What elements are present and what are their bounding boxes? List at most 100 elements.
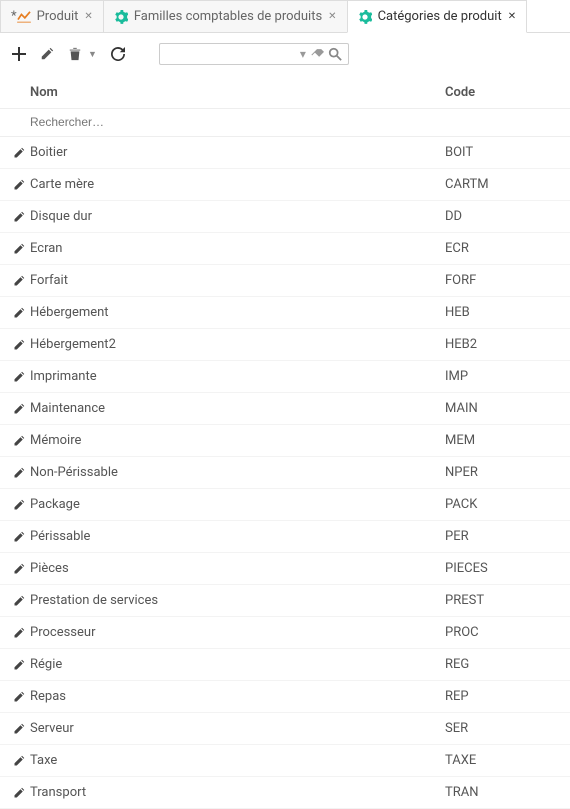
cell-code: SER <box>445 721 570 736</box>
cell-nom: Serveur <box>30 721 445 736</box>
cell-code: REG <box>445 657 570 672</box>
column-header-nom[interactable]: Nom <box>30 85 445 100</box>
toolbar-search[interactable]: ▾ <box>159 43 349 65</box>
table-header: Nom Code <box>0 75 570 109</box>
tab-label: Familles comptables de produits <box>134 9 322 24</box>
caret-down-icon[interactable]: ▾ <box>300 47 306 61</box>
column-search-input[interactable] <box>30 115 570 129</box>
cell-nom: Périssable <box>30 529 445 544</box>
chart-icon <box>17 11 31 23</box>
pencil-icon[interactable] <box>8 275 30 287</box>
cell-code: MEM <box>445 433 570 448</box>
pencil-icon[interactable] <box>8 371 30 383</box>
table-row[interactable]: Prestation de servicesPREST <box>0 585 570 617</box>
cell-code: DD <box>445 209 570 224</box>
eraser-icon[interactable] <box>310 48 324 60</box>
pencil-icon[interactable] <box>8 147 30 159</box>
pencil-icon[interactable] <box>8 627 30 639</box>
cell-code: BOIT <box>445 145 570 160</box>
table-row[interactable]: HébergementHEB <box>0 297 570 329</box>
table-row[interactable]: MaintenanceMAIN <box>0 393 570 425</box>
pencil-icon[interactable] <box>8 755 30 767</box>
cell-nom: Disque dur <box>30 209 445 224</box>
table-row[interactable]: ImprimanteIMP <box>0 361 570 393</box>
cell-nom: Repas <box>30 689 445 704</box>
cell-code: PREST <box>445 593 570 608</box>
delete-dropdown-caret[interactable]: ▼ <box>88 49 97 60</box>
toolbar-search-input[interactable] <box>166 47 296 61</box>
cell-nom: Maintenance <box>30 401 445 416</box>
cell-code: REP <box>445 689 570 704</box>
tab-label: Catégories de produit <box>378 9 502 24</box>
pencil-icon[interactable] <box>8 467 30 479</box>
tab-2[interactable]: Catégories de produit ✕ <box>347 0 528 33</box>
pencil-icon[interactable] <box>8 435 30 447</box>
pencil-icon[interactable] <box>8 659 30 671</box>
table-row[interactable]: Disque durDD <box>0 201 570 233</box>
tab-label: Produit <box>37 9 79 24</box>
toolbar: ▼ ▾ <box>0 33 570 75</box>
table-row[interactable]: TaxeTAXE <box>0 745 570 777</box>
cell-nom: Forfait <box>30 273 445 288</box>
table-row[interactable]: PérissablePER <box>0 521 570 553</box>
tab-1[interactable]: Familles comptables de produits ✕ <box>103 0 348 32</box>
delete-button[interactable] <box>68 47 82 61</box>
cell-nom: Carte mère <box>30 177 445 192</box>
pencil-icon[interactable] <box>8 563 30 575</box>
cell-nom: Pièces <box>30 561 445 576</box>
table-row[interactable]: ForfaitFORF <box>0 265 570 297</box>
cell-code: IMP <box>445 369 570 384</box>
pencil-icon[interactable] <box>8 723 30 735</box>
pencil-icon[interactable] <box>8 307 30 319</box>
close-icon[interactable]: ✕ <box>508 11 516 22</box>
cell-code: NPER <box>445 465 570 480</box>
pencil-icon[interactable] <box>8 179 30 191</box>
cell-nom: Imprimante <box>30 369 445 384</box>
cell-nom: Taxe <box>30 753 445 768</box>
table-row[interactable]: Hébergement2HEB2 <box>0 329 570 361</box>
column-header-code[interactable]: Code <box>445 85 570 100</box>
cell-code: FORF <box>445 273 570 288</box>
table-row[interactable]: RégieREG <box>0 649 570 681</box>
cell-code: TRAN <box>445 785 570 800</box>
table-row[interactable]: EcranECR <box>0 233 570 265</box>
pencil-icon[interactable] <box>8 403 30 415</box>
table-row[interactable]: Non-PérissableNPER <box>0 457 570 489</box>
cell-code: PROC <box>445 625 570 640</box>
table-row[interactable]: ServeurSER <box>0 713 570 745</box>
tab-bar: * Produit✕Familles comptables de produit… <box>0 0 570 33</box>
cell-code: ECR <box>445 241 570 256</box>
pencil-icon[interactable] <box>8 339 30 351</box>
gear-icon <box>114 10 128 24</box>
pencil-icon[interactable] <box>8 499 30 511</box>
table-row[interactable]: Carte mèreCARTM <box>0 169 570 201</box>
search-icon[interactable] <box>328 47 342 61</box>
edit-button[interactable] <box>40 47 54 61</box>
pencil-icon[interactable] <box>8 211 30 223</box>
pencil-icon[interactable] <box>8 243 30 255</box>
cell-code: PIECES <box>445 561 570 576</box>
refresh-button[interactable] <box>111 47 125 61</box>
close-icon[interactable]: ✕ <box>84 11 92 22</box>
table-row[interactable]: BoitierBOIT <box>0 137 570 169</box>
close-icon[interactable]: ✕ <box>328 11 336 22</box>
table-row[interactable]: ProcesseurPROC <box>0 617 570 649</box>
table-search-row <box>0 109 570 137</box>
pencil-icon[interactable] <box>8 787 30 799</box>
cell-code: PER <box>445 529 570 544</box>
cell-nom: Package <box>30 497 445 512</box>
table-row[interactable]: RepasREP <box>0 681 570 713</box>
add-button[interactable] <box>12 47 26 61</box>
table-row[interactable]: MémoireMEM <box>0 425 570 457</box>
pencil-icon[interactable] <box>8 531 30 543</box>
cell-nom: Ecran <box>30 241 445 256</box>
pencil-icon[interactable] <box>8 595 30 607</box>
tab-0[interactable]: * Produit✕ <box>0 0 104 32</box>
cell-nom: Transport <box>30 785 445 800</box>
cell-code: CARTM <box>445 177 570 192</box>
table-row[interactable]: TransportTRAN <box>0 777 570 809</box>
pencil-icon[interactable] <box>8 691 30 703</box>
table-row[interactable]: PackagePACK <box>0 489 570 521</box>
table-row[interactable]: PiècesPIECES <box>0 553 570 585</box>
gear-icon <box>358 10 372 24</box>
